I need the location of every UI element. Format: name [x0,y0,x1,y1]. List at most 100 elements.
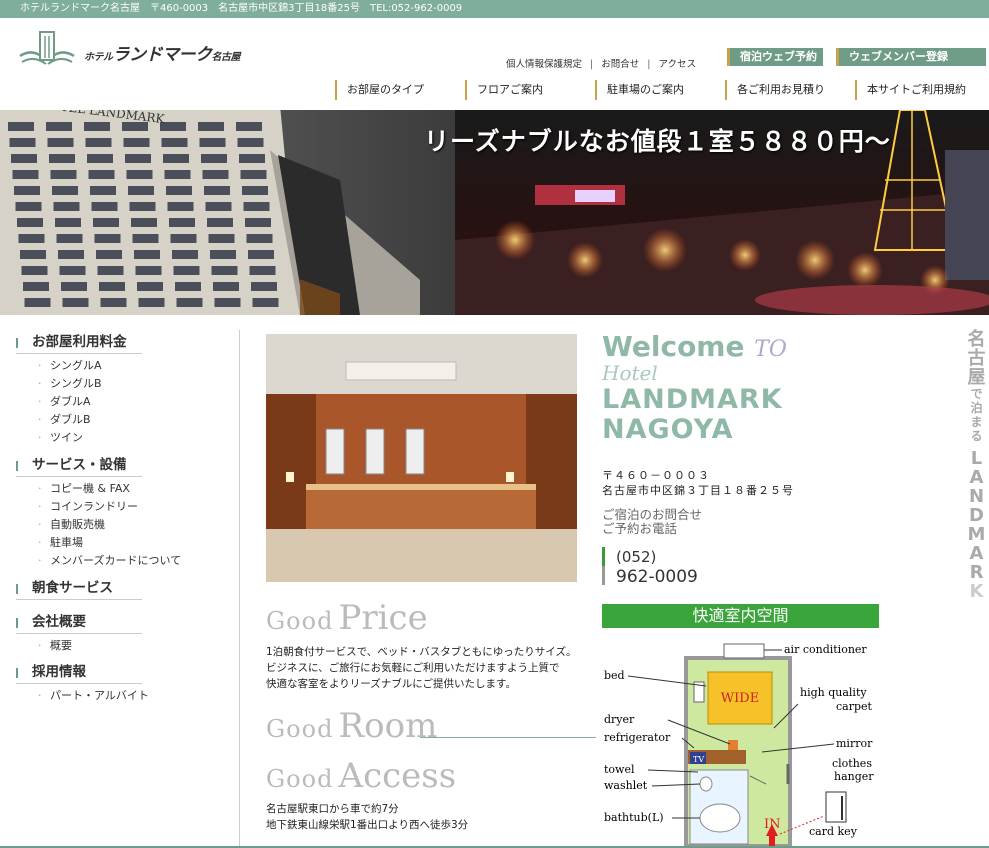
air-conditioner-label: air conditioner [784,643,867,656]
mirror-label: mirror [836,737,873,750]
nav-terms[interactable]: 本サイトご利用規約 [855,80,966,100]
vert-char: R [969,562,984,583]
inquiry-line: ご予約お電話 [602,521,678,536]
washlet-label: washlet [604,779,648,792]
top-info-text: ホテルランドマーク名古屋 〒460-0003 名古屋市中区錦3丁目18番25号 … [20,3,463,14]
access-description: 名古屋駅東口から車で約7分 地下鉄東山線栄駅1番出口より西へ徒歩3分 [266,801,468,833]
room-connector-line [420,737,596,738]
vert-char: で [970,387,983,401]
towel-label: towel [604,763,635,776]
phone-number[interactable]: (052) 962-0009 [602,547,698,587]
hotel-building-image: HOTEL LANDMARK [0,110,470,315]
nav-estimate[interactable]: 各ご利用お見積り [725,80,825,100]
price-desc-line: 1泊朝食付サービスで、ベッド・バスタブともにゆったりサイズ。 [266,646,577,658]
contact-link[interactable]: お問合せ [601,56,639,70]
good-price-heading: Good Price [266,598,428,638]
vert-char: 名 [967,329,986,350]
bathtub-label: bathtub(L) [604,811,664,824]
main-nav: お部屋のタイプ フロアご案内 駐車場のご案内 各ご利用お見積り 本サイトご利用規… [335,80,989,100]
price-desc-line: 快適な客室をよりリーズナブルにご提供いたします。 [266,678,517,690]
welcome-title: Welcome TO [602,330,882,363]
vert-char: A [969,467,984,488]
good-word: Good [266,765,334,793]
sidebar-item-laundry[interactable]: コインランドリー [36,499,138,515]
hotel-address: 〒４６０－０００３ 名古屋市中区錦３丁目１８番２５号 [602,468,794,498]
sidebar-item-single-b[interactable]: シングルB [36,376,102,392]
vert-char: M [967,524,986,545]
hero-price-caption: リーズナブルなお値段１室５８８０円～ [424,127,891,156]
hero-banner: HOTEL LANDMARK リーズナブルなお値段１室５８８０円～ [0,110,989,315]
carpet-label-1: high quality [800,686,867,699]
vert-char: 古 [967,348,986,369]
access-word: Access [338,756,457,796]
access-link[interactable]: アクセス [658,56,696,70]
price-desc-line: ビジネスに、ご旅行にお気軽にご利用いただけますよう上質で [266,662,560,674]
vert-char: N [968,486,985,507]
sidebar: お部屋利用料金 シングルA シングルB ダブルA ダブルB ツイン サービス・設… [0,330,240,848]
vert-char: L [970,448,983,469]
entrance-label: IN [764,817,781,832]
landmark-word: LANDMARK [602,384,783,415]
good-room-heading: Good Room [266,706,437,746]
price-description: 1泊朝食付サービスで、ベッド・バスタブともにゆったりサイズ。 ビジネスに、ご旅行… [266,644,576,692]
sidebar-cat-recruit[interactable]: 採用情報 [16,662,142,684]
sidebar-item-copy-fax[interactable]: コピー機 & FAX [36,481,130,497]
sidebar-cat-services[interactable]: サービス・設備 [16,455,142,477]
good-word: Good [266,715,334,743]
to-word: TO [754,337,787,362]
web-member-register-button[interactable]: ウェブメンバー登録 [836,48,986,66]
phone-area-code: (052) [616,548,657,566]
price-word: Price [338,598,428,638]
good-word: Good [266,607,334,635]
wide-bed-label: WIDE [721,691,759,706]
vert-char: る [970,429,983,443]
sidebar-item-overview[interactable]: 概要 [36,638,72,654]
phone-main-number: 962-0009 [616,567,698,587]
access-desc-line: 地下鉄東山線栄駅1番出口より西へ徒歩3分 [266,819,469,831]
link-separator: | [590,59,594,70]
lobby-photo [266,334,577,582]
sidebar-cat-room-rates[interactable]: お部屋利用料金 [16,332,142,354]
dryer-label: dryer [604,713,635,726]
logo-main: ランドマーク [112,45,213,65]
vert-char: 屋 [967,367,986,388]
sidebar-item-vending[interactable]: 自動販売機 [36,517,105,533]
sidebar-cat-company[interactable]: 会社概要 [16,612,142,634]
hotel-logo-icon[interactable] [18,28,76,70]
logo-prefix: ホテル [84,52,113,63]
access-desc-line: 名古屋駅東口から車で約7分 [266,803,399,815]
nav-room-types[interactable]: お部屋のタイプ [335,80,424,100]
vert-char: ま [970,415,983,429]
vert-char: K [969,581,984,602]
header: ホテルランドマーク名古屋 個人情報保護規定 | お問合せ | アクセス 宿泊ウェブ予約 … [0,18,989,110]
nav-floor-guide[interactable]: フロアご案内 [465,80,543,100]
sidebar-item-double-a[interactable]: ダブルA [36,394,91,410]
sidebar-item-member-card[interactable]: メンバーズカードについて [36,553,181,569]
comfort-room-title: 快適室内空間 [602,604,879,628]
link-separator: | [647,59,651,70]
web-booking-button[interactable]: 宿泊ウェブ予約 [727,48,823,66]
zip-code: 〒４６０－０００３ [602,469,710,482]
bed-label: bed [604,669,625,682]
room-word: Room [338,706,438,746]
address-line: 名古屋市中区錦３丁目１８番２５号 [602,484,794,497]
sidebar-item-twin[interactable]: ツイン [36,430,83,446]
top-info-bar: ホテルランドマーク名古屋 〒460-0003 名古屋市中区錦3丁目18番25号 … [0,0,989,18]
hanger-label-2: hanger [834,770,874,783]
hanger-label-1: clothes [832,757,872,770]
sidebar-item-parking[interactable]: 駐車場 [36,535,83,551]
sidebar-item-double-b[interactable]: ダブルB [36,412,91,428]
sidebar-item-part-time[interactable]: パート・アルバイト [36,688,149,704]
welcome-word: Welcome [602,330,745,363]
vert-char: D [969,505,984,526]
sidebar-item-single-a[interactable]: シングルA [36,358,102,374]
privacy-link[interactable]: 個人情報保護規定 [506,56,582,70]
sidebar-cat-breakfast[interactable]: 朝食サービス [16,578,142,600]
vert-char: A [969,543,984,564]
logo-suffix: 名古屋 [211,52,241,63]
inquiry-line: ご宿泊のお問合せ [602,507,703,522]
utility-links: 個人情報保護規定 | お問合せ | アクセス [500,56,702,70]
hotel-logo-text[interactable]: ホテルランドマーク名古屋 [84,40,240,65]
nav-parking[interactable]: 駐車場のご案内 [595,80,684,100]
good-access-heading: Good Access [266,756,456,796]
